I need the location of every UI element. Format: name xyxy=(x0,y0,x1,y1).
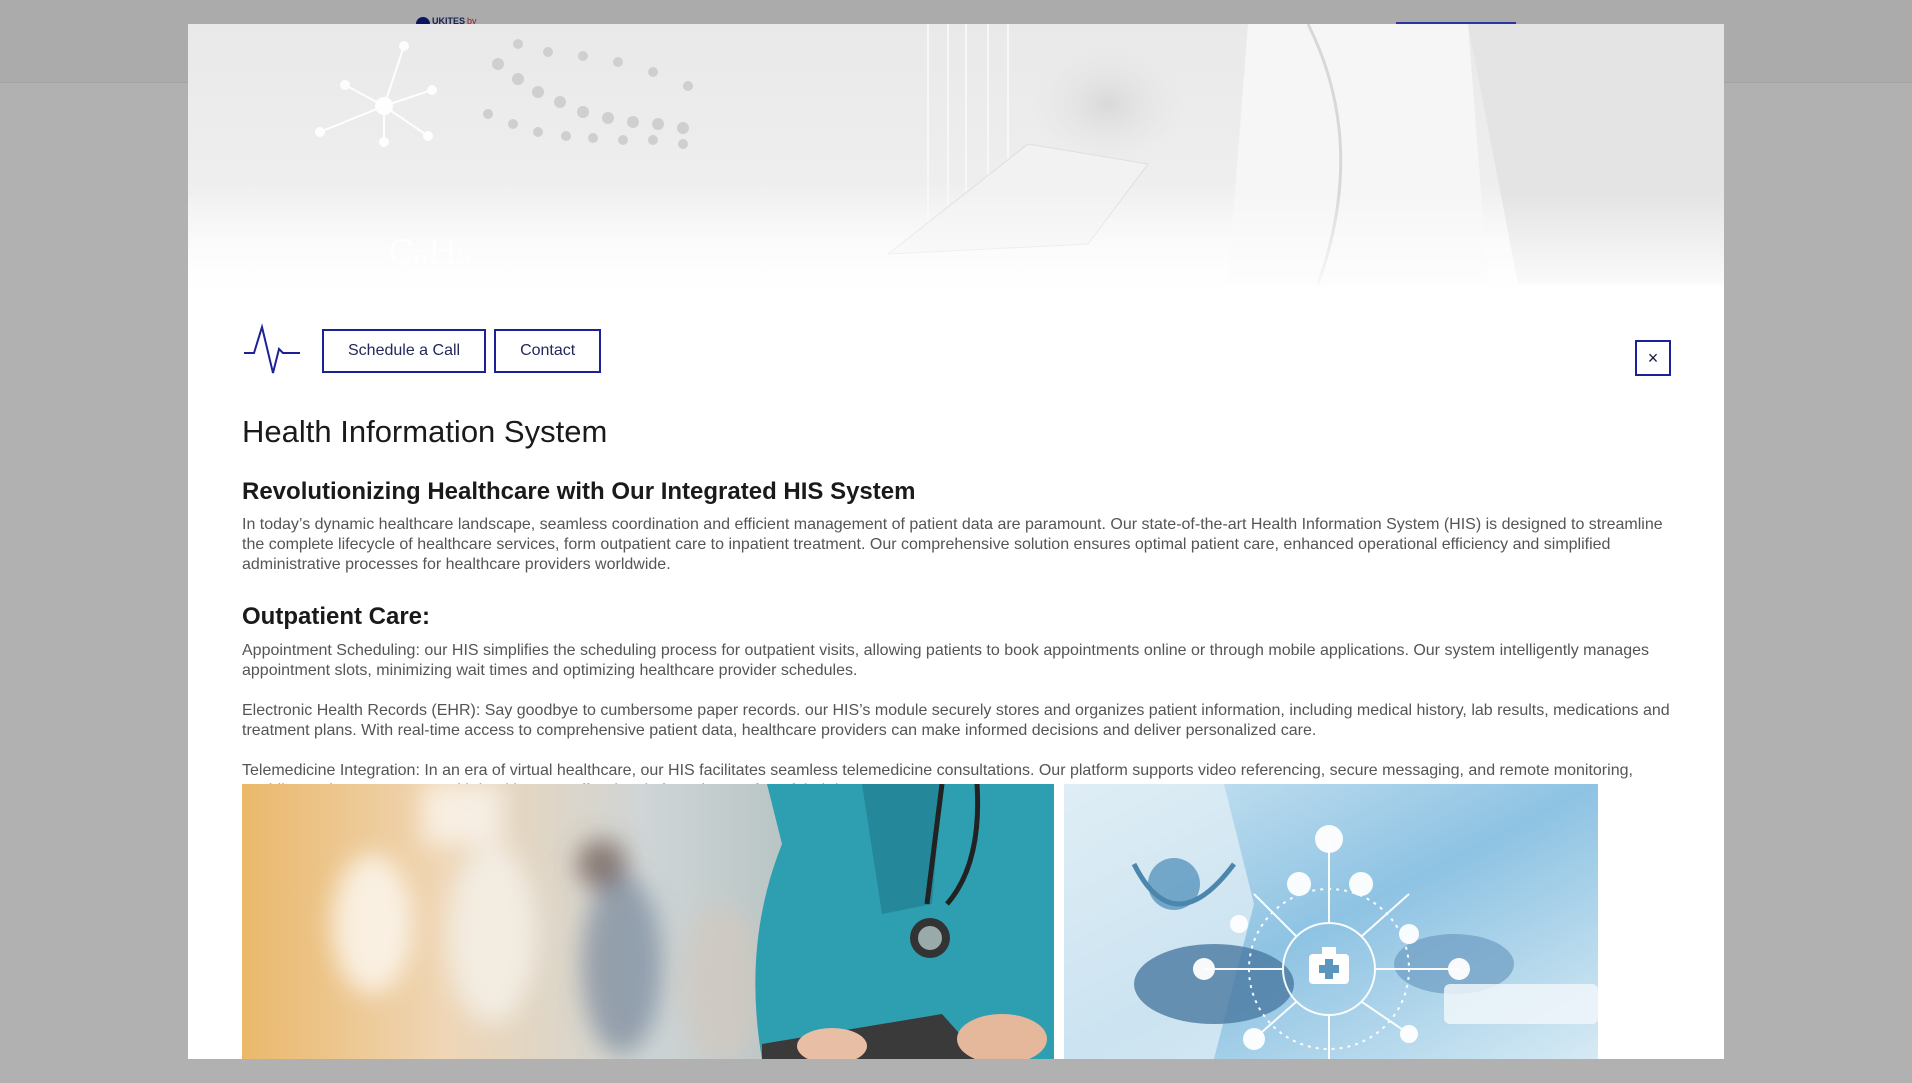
outpatient-heading: Outpatient Care: xyxy=(242,603,431,631)
modal-toolbar: Schedule a Call Contact xyxy=(242,321,609,381)
digital-health-network-image xyxy=(1064,784,1598,1059)
intro-heading: Revolutionizing Healthcare with Our Inte… xyxy=(242,477,916,505)
service-modal: C₆H₅ Schedule a Call Contact × Health In… xyxy=(188,24,1724,1059)
heartbeat-pulse-icon xyxy=(244,323,300,374)
nurse-tablet-image xyxy=(242,784,1054,1059)
ehr-paragraph: Electronic Health Records (EHR): Say goo… xyxy=(242,701,1670,739)
contact-button[interactable]: Contact xyxy=(494,329,602,373)
close-icon: × xyxy=(1647,347,1659,368)
intro-paragraph: In today’s dynamic healthcare landscape,… xyxy=(242,516,1663,574)
close-button[interactable]: × xyxy=(1635,340,1671,376)
hero-image: C₆H₅ xyxy=(188,24,1724,304)
page-title: Health Information System xyxy=(242,414,608,449)
schedule-call-button[interactable]: Schedule a Call xyxy=(322,329,487,373)
modal-content: Health Information System Revolutionizin… xyxy=(242,390,1672,801)
appointment-scheduling-paragraph: Appointment Scheduling: our HIS simplifi… xyxy=(242,641,1649,679)
